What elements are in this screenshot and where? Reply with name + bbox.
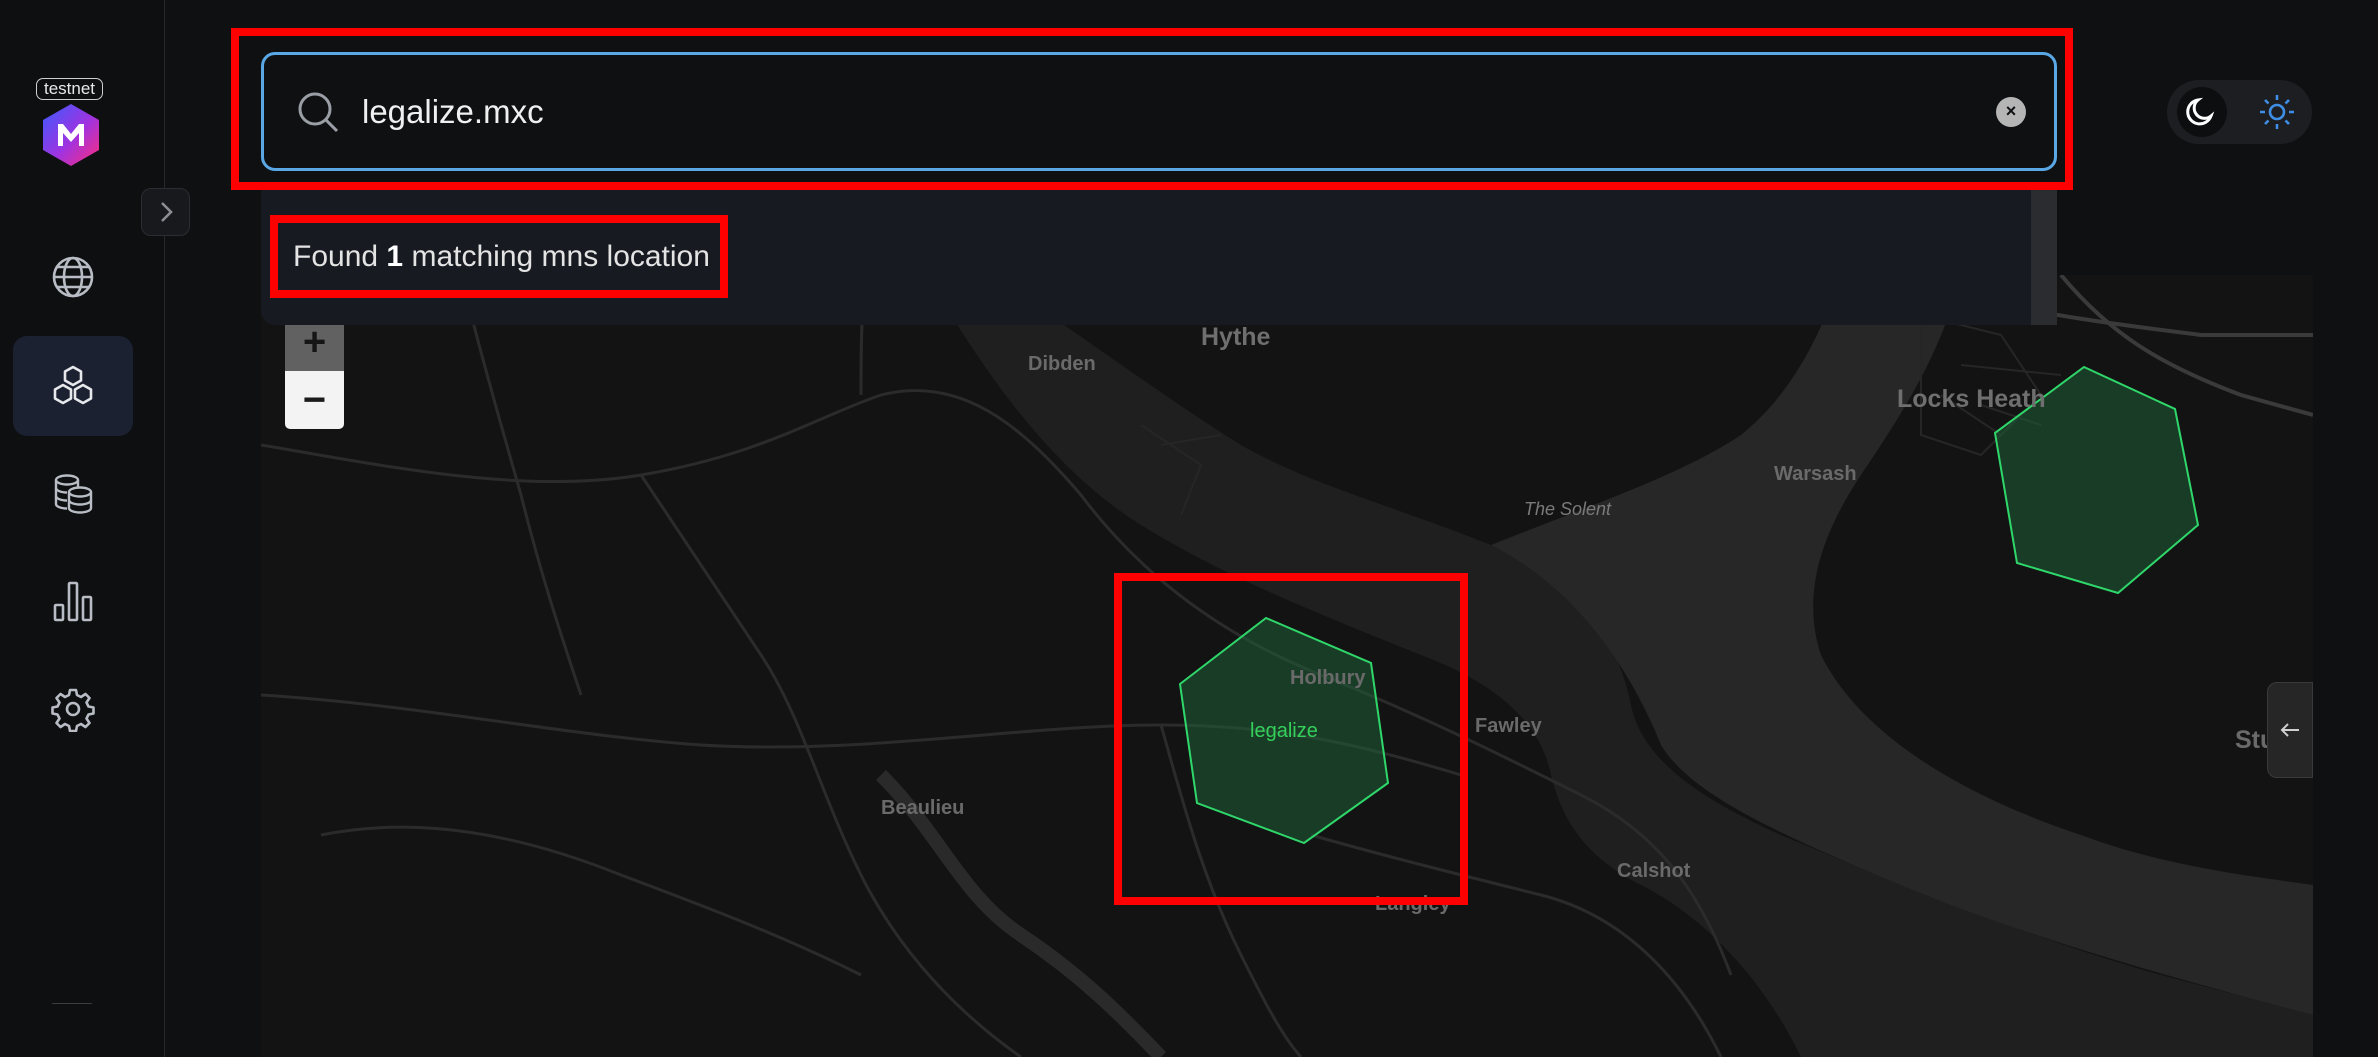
result-suffix: matching mns location: [411, 240, 710, 273]
sidebar-divider: [52, 1003, 92, 1004]
sidebar-item-coins[interactable]: [13, 444, 133, 544]
map-label-fawley: Fawley: [1475, 715, 1542, 737]
theme-toggle: [2167, 80, 2312, 144]
dark-mode-button[interactable]: [2177, 87, 2227, 137]
bar-chart-icon: [53, 581, 93, 622]
sidebar-item-settings[interactable]: [13, 659, 133, 759]
result-prefix: Found: [293, 240, 379, 273]
search-result-summary[interactable]: Found 1 matching mns location: [293, 240, 710, 274]
map-canvas[interactable]: Hythe Dibden Locks Heath Warsash The Sol…: [261, 275, 2313, 1057]
arrow-left-icon: [2280, 723, 2299, 737]
sun-icon: [2260, 95, 2294, 129]
close-icon: ×: [2005, 101, 2017, 121]
sidebar: testnet: [0, 0, 165, 1057]
map-label-beaulieu: Beaulieu: [881, 797, 965, 819]
network-badge: testnet: [36, 78, 104, 100]
sidebar-item-hexagons[interactable]: [13, 336, 133, 436]
search-input[interactable]: [362, 92, 1996, 131]
moon-icon: [2186, 97, 2215, 126]
sidebar-item-stats[interactable]: [13, 551, 133, 651]
gear-icon: [51, 688, 95, 732]
map-label-hythe: Hythe: [1201, 323, 1271, 351]
result-count: 1: [386, 240, 404, 273]
dropdown-scrollbar[interactable]: [2031, 189, 2057, 325]
map-label-warsash: Warsash: [1774, 463, 1857, 485]
globe-icon: [52, 256, 94, 298]
map-label-calshot: Calshot: [1617, 860, 1691, 882]
sidebar-item-globe[interactable]: [13, 227, 133, 327]
map-label-the-solent: The Solent: [1524, 499, 1612, 519]
side-panel-toggle[interactable]: [2267, 682, 2313, 778]
search-results-dropdown: Found 1 matching mns location: [261, 189, 2057, 325]
clear-search-button[interactable]: ×: [1996, 96, 2026, 127]
hexagon-cluster-icon: [53, 365, 93, 405]
zoom-out-button[interactable]: −: [285, 371, 344, 429]
search-bar: ×: [261, 52, 2057, 171]
sidebar-expand-button[interactable]: [141, 188, 190, 236]
map-label-dibden: Dibden: [1028, 353, 1096, 375]
zoom-controls: + −: [285, 313, 344, 429]
hexagon-label[interactable]: legalize: [1250, 720, 1318, 743]
chevron-right-icon: [160, 202, 173, 222]
light-mode-button[interactable]: [2252, 87, 2302, 137]
map-label-locks-heath: Locks Heath: [1897, 385, 2046, 413]
coins-stack-icon: [54, 474, 93, 514]
app-root: testnet Hythe Dibden Locks Heath Warsash…: [0, 0, 2378, 1057]
map-label-holbury: Holbury: [1290, 667, 1366, 689]
app-logo[interactable]: [40, 102, 102, 168]
search-icon: [298, 92, 339, 132]
map-label-langley: Langley: [1375, 893, 1451, 915]
